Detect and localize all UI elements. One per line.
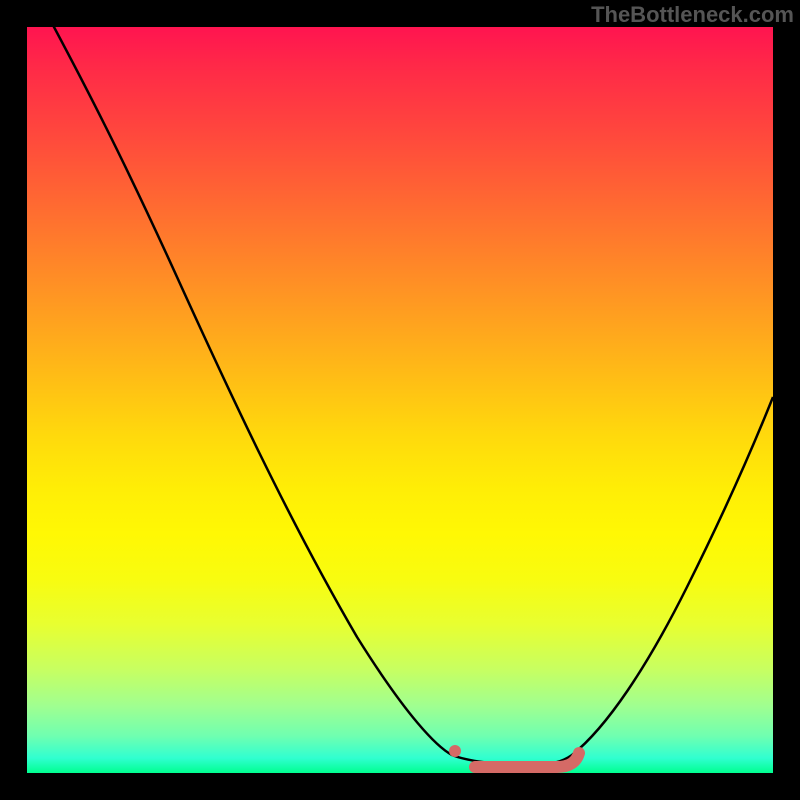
- chart-svg: [27, 27, 773, 773]
- bottleneck-curve-right: [572, 397, 773, 755]
- optimal-dot: [449, 745, 461, 757]
- chart-plot-area: [27, 27, 773, 773]
- bottleneck-curve-left: [27, 27, 452, 755]
- watermark-text: TheBottleneck.com: [591, 2, 794, 28]
